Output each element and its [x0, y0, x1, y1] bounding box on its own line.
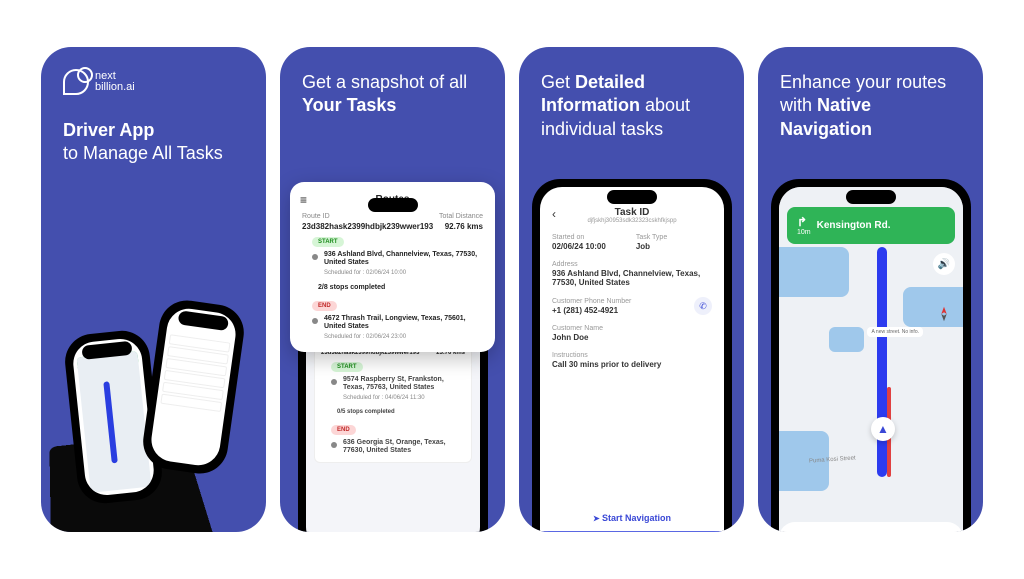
panel2-heading-pre: Get a snapshot of all — [302, 72, 467, 92]
progress-text: 2/8 stops completed — [318, 284, 385, 291]
brand-line2: billion.ai — [95, 82, 135, 93]
end-badge: END — [312, 301, 337, 311]
panel2-heading: Get a snapshot of all Your Tasks — [280, 47, 505, 118]
start-navigation-button[interactable]: Start Navigation — [552, 505, 712, 531]
type-value: Job — [636, 242, 667, 251]
call-icon[interactable]: ✆ — [694, 297, 712, 315]
sound-icon[interactable]: 🔊 — [933, 253, 955, 275]
location-icon[interactable]: ▲ — [871, 417, 895, 441]
back-start-addr: 9574 Raspberry St, Frankston, Texas, 757… — [343, 376, 465, 393]
back-end-badge: END — [331, 425, 356, 435]
address-label: Address — [552, 261, 712, 268]
promo-panel-4: Enhance your routes with Native Navigati… — [758, 47, 983, 532]
route-line — [877, 247, 887, 477]
mark-complete-button[interactable]: Mark as complete — [540, 531, 724, 532]
distance-label: Total Distance — [439, 213, 483, 220]
route-id-label: Route ID — [302, 213, 330, 220]
task-title: Task ID — [552, 207, 712, 218]
started-value: 02/06/24 10:00 — [552, 242, 606, 251]
distance-value: 92.76 kms — [445, 222, 483, 231]
panel3-heading: Get Detailed Information about individua… — [519, 47, 744, 141]
panel4-heading: Enhance your routes with Native Navigati… — [758, 47, 983, 141]
instructions-label: Instructions — [552, 352, 712, 359]
start-address: 936 Ashland Blvd, Channelview, Texas, 77… — [324, 251, 483, 268]
stop-dot-icon — [312, 254, 318, 260]
start-schedule: Scheduled for : 02/06/24 10:00 — [324, 270, 483, 276]
panel1-heading-sub: to Manage All Tasks — [63, 143, 223, 163]
promo-panel-2: Get a snapshot of all Your Tasks Route I… — [280, 47, 505, 532]
start-badge: START — [312, 237, 344, 247]
route-id: 23d382hask2399hdbjk239wwer193 — [302, 222, 433, 231]
nav-road-name: Kensington Rd. — [817, 220, 891, 231]
customer-name-value: John Doe — [552, 333, 712, 342]
customer-name-label: Customer Name — [552, 325, 712, 332]
task-id-value: djfjskhj30953sdk32323cskhfkjspp — [552, 218, 712, 224]
panel3-heading-pre: Get — [541, 72, 575, 92]
back-end-addr: 636 Georgia St, Orange, Texas, 77630, Un… — [343, 439, 465, 456]
stop-dot-icon — [312, 318, 318, 324]
back-progress: 0/5 stops completed — [337, 409, 395, 415]
phone-value: +1 (281) 452-4921 — [552, 306, 631, 315]
back-start-sched: Scheduled for : 04/06/24 11:30 — [343, 395, 465, 401]
back-icon[interactable]: ‹ — [552, 207, 556, 221]
phone-mock-task: ‹ Task ID djfjskhj30953sdk32323cskhfkjsp… — [532, 179, 732, 532]
end-schedule: Scheduled for : 02/06/24 23:00 — [324, 334, 483, 340]
type-label: Task Type — [636, 234, 667, 241]
panel1-heading-bold: Driver App — [63, 120, 154, 140]
address-value: 936 Ashland Blvd, Channelview, Texas, 77… — [552, 269, 712, 287]
eta-sheet[interactable]: 15 mins 4.2 km · 9:55 AM ⑃ EXIT — [779, 522, 963, 532]
phone-mock-list — [140, 297, 248, 477]
new-street-tooltip: A new street. No info. — [867, 327, 923, 337]
brand-logo: next billion.ai — [41, 47, 266, 95]
nav-banner[interactable]: ↱ 10m Kensington Rd. — [787, 207, 955, 244]
phone-mock-navigation: Puma Kosi Street A new street. No info. … — [771, 179, 971, 532]
back-start-badge: START — [331, 362, 363, 372]
compass-icon[interactable] — [935, 305, 953, 323]
promo-panel-3: Get Detailed Information about individua… — [519, 47, 744, 532]
menu-icon[interactable]: ≡ — [300, 193, 307, 207]
nav-distance: 10m — [797, 229, 811, 236]
brand-glyph-icon — [63, 69, 89, 95]
brand-text: next billion.ai — [95, 71, 135, 93]
panel2-heading-bold: Your Tasks — [302, 95, 396, 115]
panel1-heading: Driver App to Manage All Tasks — [41, 95, 266, 166]
started-label: Started on — [552, 234, 606, 241]
instructions-value: Call 30 mins prior to delivery — [552, 360, 712, 369]
end-address: 4672 Thrash Trail, Longview, Texas, 7560… — [324, 315, 483, 332]
phone-label: Customer Phone Number — [552, 298, 631, 305]
promo-panel-1: next billion.ai Driver App to Manage All… — [41, 47, 266, 532]
